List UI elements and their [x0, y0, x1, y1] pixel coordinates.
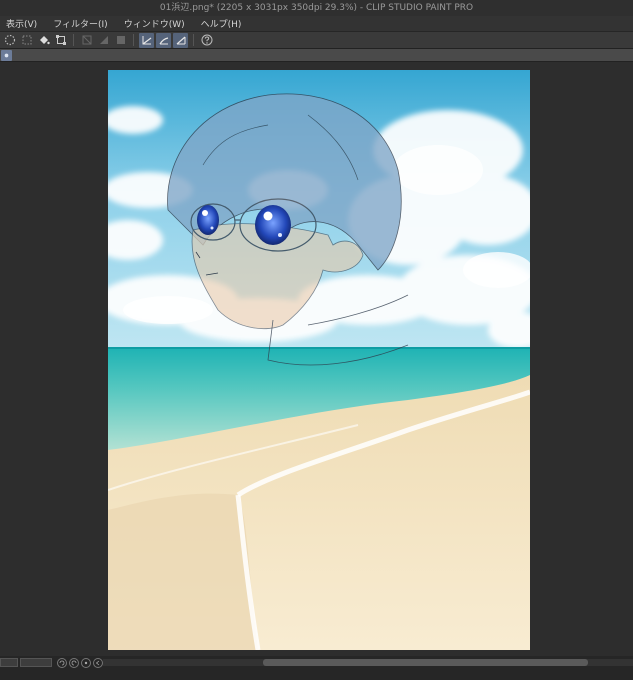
menu-window[interactable]: ウィンドウ(W): [122, 17, 187, 30]
select-all-icon[interactable]: [19, 33, 34, 48]
menu-bar: 表示(V) フィルター(I) ウィンドウ(W) ヘルプ(H): [0, 16, 633, 32]
menu-filter[interactable]: フィルター(I): [51, 17, 110, 30]
fill-bucket-icon[interactable]: [36, 33, 51, 48]
rotate-left-icon[interactable]: [57, 658, 67, 668]
toolbar-separator: [133, 34, 134, 46]
canvas-tab[interactable]: [1, 50, 12, 61]
horizontal-scrollbar[interactable]: [103, 659, 633, 666]
clear-icon[interactable]: [79, 33, 94, 48]
command-bar: [0, 32, 633, 49]
scrollbar-thumb[interactable]: [263, 659, 588, 666]
menu-help[interactable]: ヘルプ(H): [199, 17, 244, 30]
stabilizer-3-icon[interactable]: [173, 32, 188, 48]
canvas-area[interactable]: [0, 62, 633, 656]
window-title: 01浜辺.png* (2205 x 3031px 350dpi 29.3%) -…: [0, 0, 633, 16]
invert-icon[interactable]: [113, 33, 128, 48]
stabilizer-2-icon[interactable]: [156, 32, 171, 48]
flip-horizontal-icon[interactable]: [93, 658, 103, 668]
rotate-right-icon[interactable]: [69, 658, 79, 668]
reset-rotation-icon[interactable]: [81, 658, 91, 668]
selection-dashed-icon[interactable]: [2, 33, 17, 48]
fill-icon[interactable]: [96, 33, 111, 48]
stabilizer-1-icon[interactable]: [139, 32, 154, 48]
zoom-slider[interactable]: [20, 658, 52, 667]
menu-view[interactable]: 表示(V): [4, 17, 39, 30]
zoom-field[interactable]: [0, 658, 18, 667]
canvas-tab-strip: [0, 49, 633, 62]
artwork-canvas[interactable]: [108, 70, 530, 650]
toolbar-separator: [193, 34, 194, 46]
help-icon[interactable]: [199, 33, 214, 48]
toolbar-separator: [73, 34, 74, 46]
transform-icon[interactable]: [53, 33, 68, 48]
status-bar: [0, 656, 633, 680]
